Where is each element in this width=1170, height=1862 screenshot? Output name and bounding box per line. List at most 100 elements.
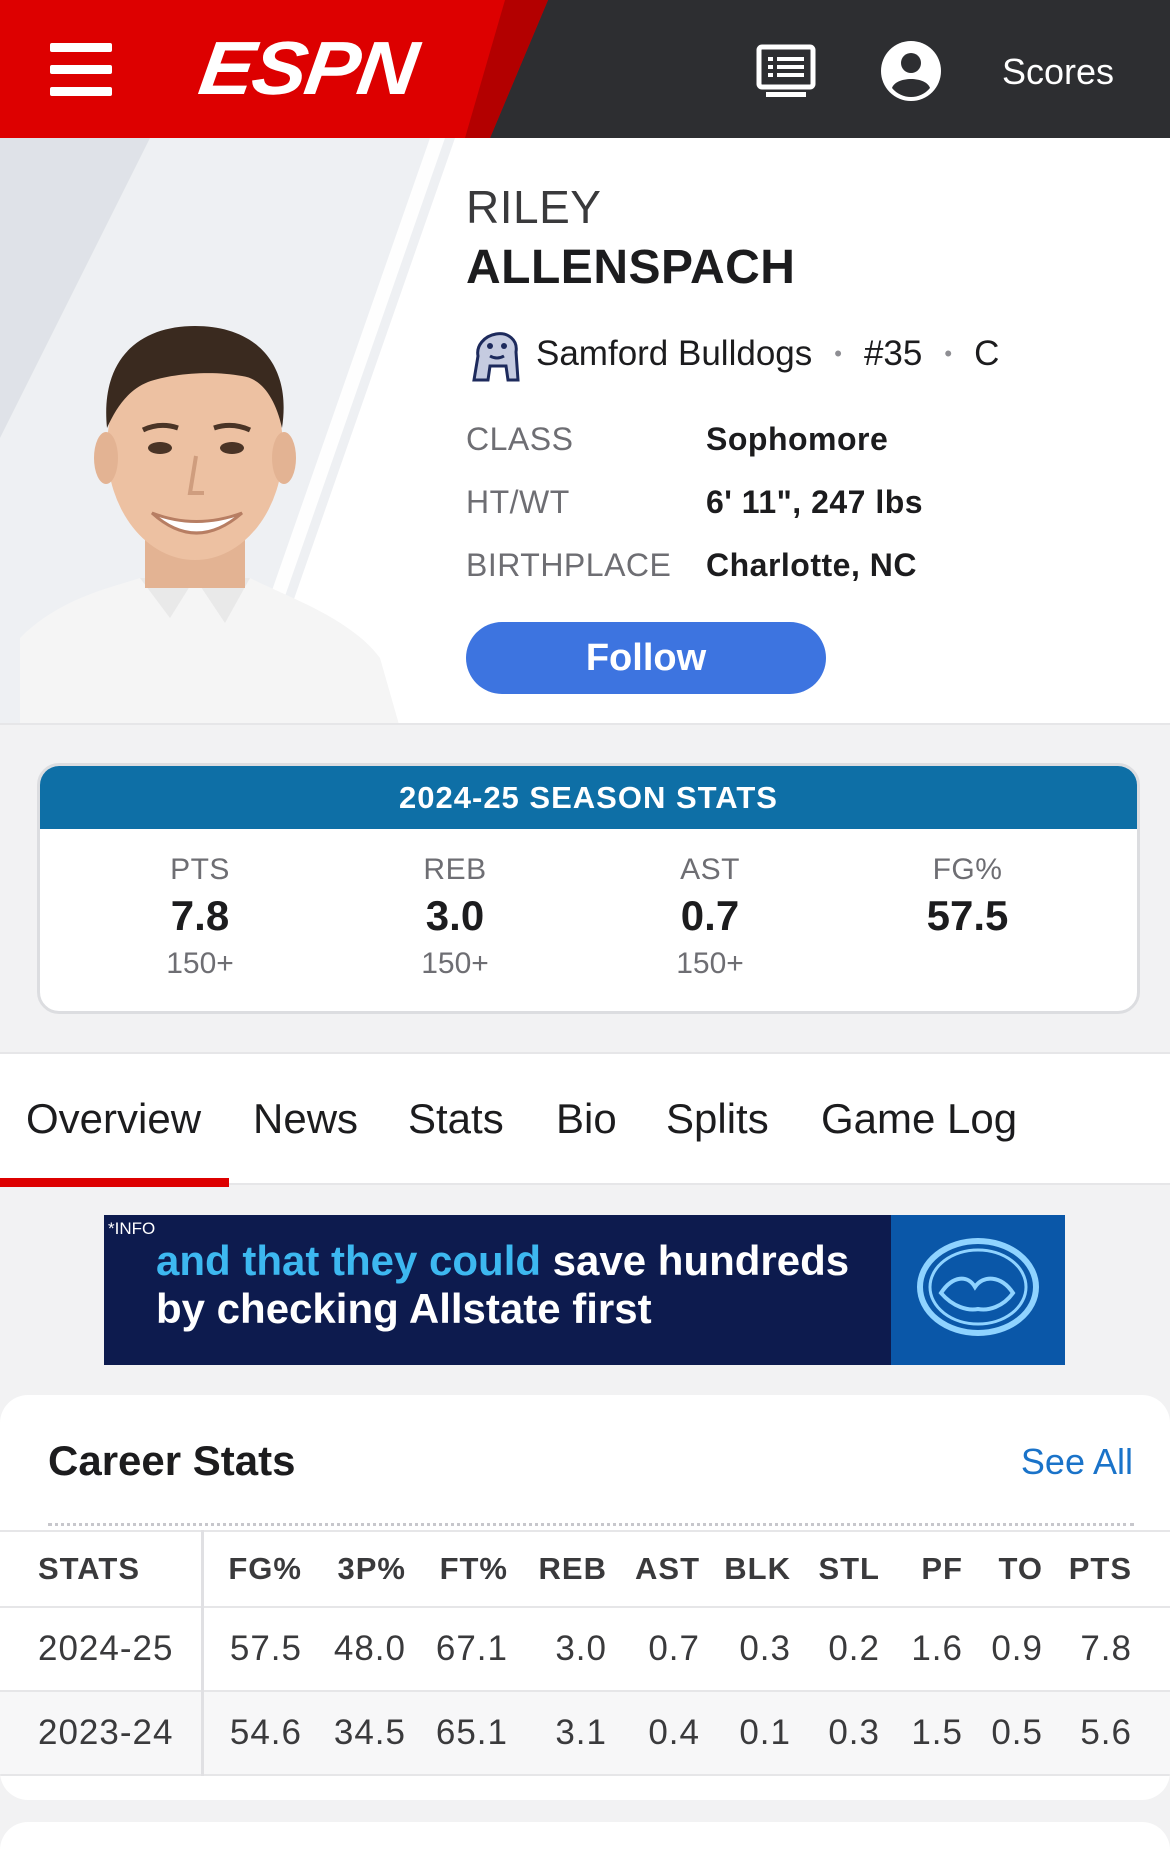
stat-cell: 0.4 [607, 1691, 700, 1776]
stat-cell: 0.3 [791, 1691, 880, 1776]
season-stats-title: 2024-25 SEASON STATS [40, 766, 1137, 829]
scores-link[interactable]: Scores [1002, 50, 1114, 94]
news-feed-icon[interactable] [756, 44, 816, 100]
column-header[interactable]: TO [963, 1530, 1043, 1608]
stat-cell: 0.9 [963, 1607, 1043, 1692]
stat-cell: 0.5 [963, 1691, 1043, 1776]
stat-label: FG% [932, 853, 1003, 886]
column-header[interactable]: 3P% [302, 1530, 406, 1608]
column-header[interactable]: STL [791, 1530, 880, 1608]
season-stats-card: 2024-25 SEASON STATS PTS 7.8 150+ REB 3.… [37, 763, 1140, 1014]
allstate-logo [891, 1215, 1065, 1365]
stat-cell: 34.5 [302, 1691, 406, 1776]
espn-logo[interactable]: ESPN [194, 27, 448, 111]
column-header[interactable]: PTS [1043, 1530, 1170, 1608]
player-tabs: Overview News Stats Bio Splits Game Log [0, 1052, 1170, 1187]
table-row: 2023-24 54.6 34.5 65.1 3.1 0.4 0.1 0.3 1… [0, 1691, 1170, 1776]
season-cell: 2024-25 [0, 1607, 204, 1692]
season-stat-pts: PTS 7.8 150+ [40, 849, 360, 987]
samford-bulldog-icon[interactable] [466, 326, 524, 382]
stat-value: 57.5 [926, 892, 1009, 939]
tab-bio[interactable]: Bio [556, 1054, 617, 1187]
stat-value: 7.8 [170, 892, 230, 939]
stat-cell: 3.0 [508, 1607, 607, 1692]
bio-row-height-weight: HT/WT 6' 11", 247 lbs [466, 471, 923, 534]
stat-value: 0.7 [680, 892, 740, 939]
table-header-row: STATS FG% 3P% FT% REB AST BLK STL PF TO … [0, 1530, 1170, 1608]
bio-value: Sophomore [706, 421, 889, 457]
column-header[interactable]: REB [508, 1530, 607, 1608]
stat-cell: 1.6 [880, 1607, 963, 1692]
stat-cell: 0.2 [791, 1607, 880, 1692]
stat-cell: 65.1 [406, 1691, 508, 1776]
player-last-name: ALLENSPACH [466, 241, 796, 294]
stat-cell: 1.5 [880, 1691, 963, 1776]
column-header[interactable]: AST [607, 1530, 700, 1608]
top-nav-bar: ESPN Scores [0, 0, 1170, 138]
tab-splits[interactable]: Splits [666, 1054, 769, 1187]
player-position: C [974, 334, 1000, 373]
stat-cell: 3.1 [508, 1691, 607, 1776]
menu-icon[interactable] [50, 40, 112, 100]
stat-cell: 67.1 [406, 1607, 508, 1692]
stat-cell: 0.1 [700, 1691, 791, 1776]
column-header[interactable]: FG% [202, 1530, 302, 1608]
stat-rank: 150+ [676, 947, 744, 980]
stat-label: AST [680, 853, 740, 886]
active-tab-indicator [0, 1178, 229, 1187]
stat-cell: 57.5 [202, 1607, 302, 1692]
bio-label: CLASS [466, 421, 574, 457]
jersey-number: #35 [863, 334, 923, 373]
bio-label: HT/WT [466, 484, 570, 520]
stat-label: PTS [170, 853, 230, 886]
separator-dot: • [944, 341, 953, 366]
stat-cell: 5.6 [1043, 1691, 1170, 1776]
tab-stats[interactable]: Stats [408, 1054, 504, 1187]
stat-cell: 7.8 [1043, 1607, 1170, 1692]
column-header[interactable]: FT% [406, 1530, 508, 1608]
ad-info-label: *INFO [108, 1219, 156, 1238]
career-stats-table: STATS FG% 3P% FT% REB AST BLK STL PF TO … [0, 1530, 1170, 1776]
stat-value: 3.0 [425, 892, 485, 939]
stat-rank: 150+ [166, 947, 234, 980]
column-header[interactable]: STATS [0, 1530, 204, 1608]
see-all-link[interactable]: See All [1021, 1441, 1133, 1483]
user-account-icon[interactable] [880, 40, 942, 102]
season-stats-row: PTS 7.8 150+ REB 3.0 150+ AST 0.7 150+ F… [40, 829, 1137, 987]
ad-text-line1: and that they could save hundreds [156, 1237, 850, 1284]
divider [48, 1523, 1134, 1526]
season-cell: 2023-24 [0, 1691, 204, 1776]
bio-row-birthplace: BIRTHPLACE Charlotte, NC [466, 534, 923, 597]
stat-cell: 48.0 [302, 1607, 406, 1692]
stat-rank: 150+ [421, 947, 489, 980]
stat-cell: 0.3 [700, 1607, 791, 1692]
tab-game-log[interactable]: Game Log [821, 1054, 1017, 1187]
team-info-row: Samford Bulldogs • #35 • C [466, 326, 999, 382]
season-stat-ast: AST 0.7 150+ [550, 849, 870, 987]
column-header[interactable]: BLK [700, 1530, 791, 1608]
player-header: RILEY ALLENSPACH Samford Bulldogs • #35 … [0, 138, 1170, 725]
stat-cell: 0.7 [607, 1607, 700, 1692]
follow-button[interactable]: Follow [466, 622, 826, 694]
next-section-card [0, 1822, 1170, 1862]
player-headshot [20, 326, 399, 723]
player-photo-area [0, 138, 460, 723]
team-name[interactable]: Samford Bulldogs [536, 334, 812, 374]
season-stat-reb: REB 3.0 150+ [360, 849, 550, 987]
bio-value: Charlotte, NC [706, 547, 917, 583]
allstate-hands-icon [917, 1238, 1039, 1336]
ad-text-line2: by checking Allstate first [156, 1285, 652, 1332]
player-first-name: RILEY [466, 181, 602, 233]
stat-label: REB [423, 853, 487, 886]
stat-rank [870, 941, 1065, 987]
bio-value: 6' 11", 247 lbs [706, 484, 924, 520]
allstate-ad-banner[interactable]: *INFO and that they could save hundreds … [104, 1215, 1065, 1365]
tab-overview[interactable]: Overview [26, 1054, 201, 1187]
separator-dot: • [834, 341, 842, 366]
player-bio-list: CLASS Sophomore HT/WT 6' 11", 247 lbs BI… [466, 408, 923, 597]
table-row: 2024-25 57.5 48.0 67.1 3.0 0.7 0.3 0.2 1… [0, 1607, 1170, 1692]
column-header[interactable]: PF [880, 1530, 963, 1608]
tab-news[interactable]: News [253, 1054, 358, 1187]
bio-label: BIRTHPLACE [466, 547, 672, 583]
stat-cell: 54.6 [202, 1691, 302, 1776]
